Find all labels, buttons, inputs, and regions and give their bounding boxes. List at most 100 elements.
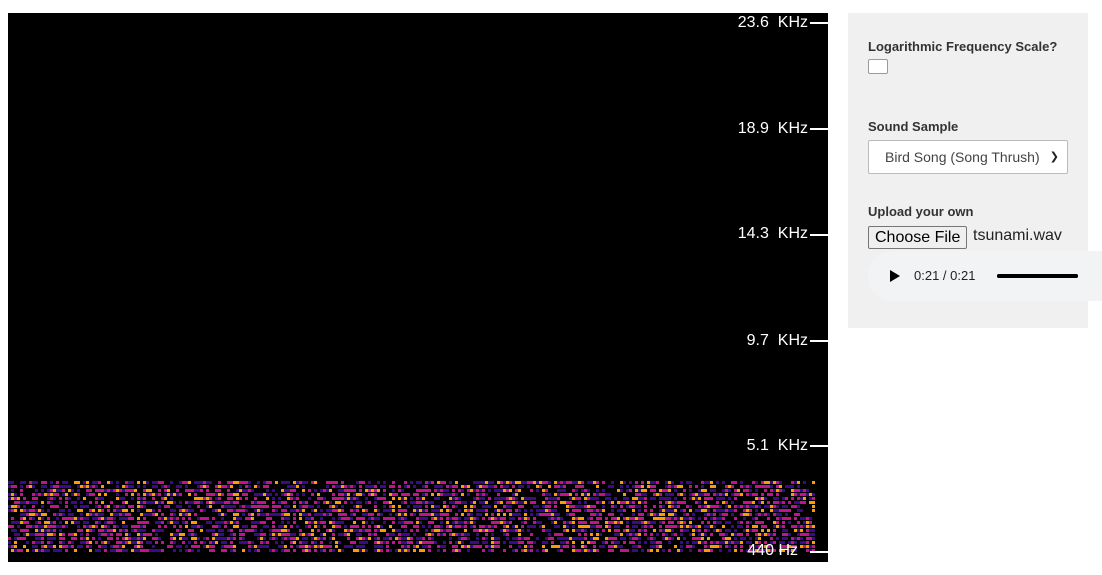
spectrogram-cell (17, 497, 20, 500)
spectrogram-cell (689, 521, 692, 524)
spectrogram-cell (293, 485, 296, 488)
spectrogram-cell (305, 505, 308, 508)
spectrogram-cell (317, 529, 320, 532)
spectrogram-cell (662, 537, 665, 540)
spectrogram-cell (311, 537, 314, 540)
spectrogram-cell (731, 501, 734, 504)
spectrogram-cell (677, 517, 680, 520)
spectrogram-cell (233, 493, 236, 496)
spectrogram-cell (647, 521, 650, 524)
spectrogram-cell (356, 549, 359, 552)
spectrogram-cell (476, 545, 479, 548)
choose-file-button[interactable]: Choose File (868, 226, 968, 249)
spectrogram-cell (407, 505, 410, 508)
spectrogram-cell (680, 529, 683, 532)
spectrogram-cell (56, 493, 59, 496)
spectrogram-cell (140, 549, 143, 552)
spectrogram-cell (83, 505, 86, 508)
spectrogram-cell (509, 489, 512, 492)
file-name: tsunami.wav (973, 227, 1062, 244)
log-scale-checkbox[interactable] (868, 59, 888, 74)
spectrogram-cell (746, 501, 749, 504)
spectrogram-cell (44, 513, 47, 516)
spectrogram-cell (86, 513, 89, 516)
spectrogram-cell (650, 509, 653, 512)
spectrogram-cell (455, 513, 458, 516)
spectrogram-cell (722, 533, 725, 536)
spectrogram-cell (710, 533, 713, 536)
spectrogram-cell (431, 505, 434, 508)
spectrogram-cell (44, 533, 47, 536)
spectrogram-cell (548, 513, 551, 516)
spectrogram-cell (575, 497, 578, 500)
spectrogram-cell (197, 537, 200, 540)
spectrogram-cell (233, 537, 236, 540)
spectrogram-cell (245, 485, 248, 488)
spectrogram-cell (320, 497, 323, 500)
spectrogram-cell (131, 497, 134, 500)
spectrogram-cell (806, 537, 809, 540)
spectrogram-cell (434, 517, 437, 520)
spectrogram-cell (53, 529, 56, 532)
spectrogram-cell (743, 529, 746, 532)
spectrogram-cell (653, 485, 656, 488)
spectrogram-cell (245, 493, 248, 496)
spectrogram-cell (716, 505, 719, 508)
spectrogram-cell (767, 485, 770, 488)
spectrogram-cell (443, 489, 446, 492)
spectrogram-cell (791, 489, 794, 492)
spectrogram-cell (662, 533, 665, 536)
spectrogram-cell (677, 525, 680, 528)
spectrogram-cell (674, 545, 677, 548)
spectrogram-cell (749, 505, 752, 508)
spectrogram-cell (116, 549, 119, 552)
spectrogram-cell (293, 517, 296, 520)
spectrogram-cell (809, 545, 812, 548)
spectrogram-cell (83, 497, 86, 500)
spectrogram-cell (440, 529, 443, 532)
spectrogram-cell (671, 513, 674, 516)
spectrogram-cell (596, 537, 599, 540)
spectrogram-cell (464, 533, 467, 536)
spectrogram-cell (281, 501, 284, 504)
spectrogram-cell (134, 545, 137, 548)
spectrogram-cell (449, 525, 452, 528)
spectrogram-cell (23, 481, 26, 484)
spectrogram-cell (755, 493, 758, 496)
spectrogram-cell (785, 505, 788, 508)
spectrogram-cell (170, 501, 173, 504)
sound-sample-select[interactable]: Bird Song (Song Thrush) ❯ (868, 140, 1068, 174)
spectrogram-cell (614, 521, 617, 524)
spectrogram-cell (458, 541, 461, 544)
spectrogram-cell (137, 481, 140, 484)
spectrogram-cell (677, 521, 680, 524)
spectrogram-cell (203, 497, 206, 500)
spectrogram-cell (26, 541, 29, 544)
spectrogram-cell (152, 513, 155, 516)
spectrogram-cell (20, 537, 23, 540)
spectrogram-cell (11, 521, 14, 524)
spectrogram-cell (50, 485, 53, 488)
spectrogram-cell (782, 521, 785, 524)
spectrogram-cell (632, 541, 635, 544)
play-icon[interactable] (890, 270, 900, 282)
spectrogram-cell (263, 493, 266, 496)
spectrogram-cell (377, 525, 380, 528)
spectrogram-cell (461, 485, 464, 488)
spectrogram-cell (95, 485, 98, 488)
spectrogram-cell (503, 481, 506, 484)
spectrogram-cell (56, 513, 59, 516)
audio-progress-bar[interactable] (997, 274, 1078, 278)
spectrogram-cell (452, 521, 455, 524)
spectrogram-cell (50, 529, 53, 532)
spectrogram-cell (119, 517, 122, 520)
spectrogram-cell (392, 517, 395, 520)
spectrogram-cell (755, 521, 758, 524)
spectrogram-cell (311, 505, 314, 508)
spectrogram-cell (431, 517, 434, 520)
spectrogram-cell (74, 533, 77, 536)
spectrogram-cell (155, 501, 158, 504)
spectrogram-cell (512, 549, 515, 552)
spectrogram-cell (113, 545, 116, 548)
spectrogram-cell (62, 541, 65, 544)
